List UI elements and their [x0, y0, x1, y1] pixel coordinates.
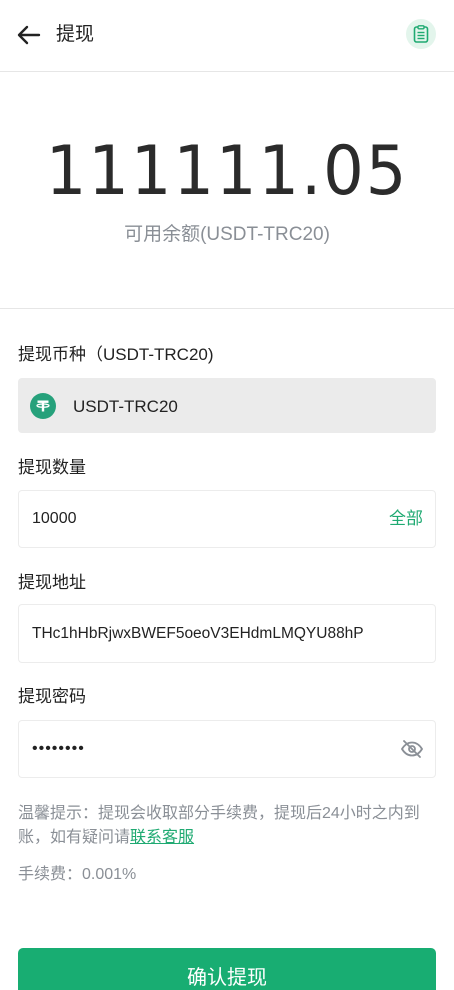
coin-label: 提现币种（USDT-TRC20) [18, 345, 214, 364]
back-button[interactable] [14, 20, 44, 50]
amount-label: 提现数量 [18, 458, 86, 477]
address-input[interactable] [32, 605, 427, 662]
balance-label: 可用余额(USDT-TRC20) [124, 224, 330, 245]
toggle-password-button[interactable] [399, 738, 425, 760]
fee-text: 手续费：0.001% [18, 866, 137, 883]
coin-value: USDT-TRC20 [73, 397, 178, 416]
balance-amount: 111111.05 [45, 132, 409, 211]
confirm-withdraw-button[interactable]: 确认提现 [18, 948, 436, 990]
contact-service-link[interactable]: 联系客服 [130, 829, 194, 846]
coin-select[interactable]: USDT-TRC20 [18, 378, 436, 433]
clipboard-icon [413, 25, 429, 43]
amount-field-box: 全部 [18, 490, 436, 548]
header: 提现 [0, 0, 454, 72]
password-input[interactable] [32, 721, 392, 777]
address-label: 提现地址 [18, 573, 86, 592]
password-label: 提现密码 [18, 687, 86, 706]
password-field-box [18, 720, 436, 778]
page-title: 提现 [56, 24, 95, 45]
warm-tip: 温馨提示：提现会收取部分手续费，提现后24小时之内到账，如有疑问请联系客服 [18, 802, 436, 850]
address-field-box [18, 604, 436, 663]
all-amount-button[interactable]: 全部 [389, 509, 423, 529]
amount-input[interactable] [32, 491, 372, 547]
arrow-left-icon [17, 25, 41, 45]
balance-section: 111111.05 可用余额(USDT-TRC20) [0, 72, 454, 309]
tether-icon [30, 393, 56, 419]
eye-off-icon [400, 740, 424, 758]
withdraw-record-button[interactable] [406, 19, 436, 49]
tip-text: 温馨提示：提现会收取部分手续费，提现后24小时之内到账，如有疑问请 [18, 805, 420, 846]
